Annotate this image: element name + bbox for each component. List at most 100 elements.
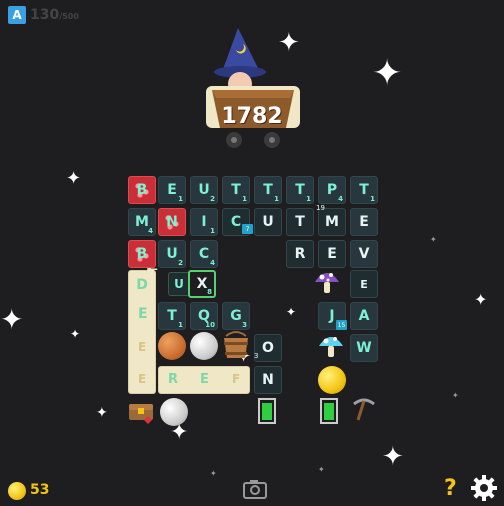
- tile-letter: A: [358, 308, 370, 324]
- tile-score: 2: [210, 195, 215, 203]
- letter-tile[interactable]: N: [254, 366, 282, 394]
- letter-tile[interactable]: M4: [128, 208, 156, 236]
- tile-letter: I: [201, 214, 207, 230]
- tile-letter: X: [196, 276, 208, 292]
- tile-score: 3: [242, 321, 247, 329]
- cream-tile-letter: F: [232, 372, 241, 386]
- tile-letter: T: [263, 182, 273, 198]
- sparkle-star: ✦: [70, 327, 81, 341]
- letter-tile[interactable]: R: [286, 240, 314, 268]
- letter-tile[interactable]: E: [318, 240, 346, 268]
- letter-tile[interactable]: A: [350, 302, 378, 330]
- letter-tile-red[interactable]: B: [128, 176, 156, 204]
- pickaxe-icon[interactable]: [350, 396, 378, 424]
- tile-letter: B: [136, 246, 148, 262]
- tile-letter: E: [359, 214, 369, 230]
- tile-letter: E: [360, 277, 368, 291]
- tile-letter: T: [295, 214, 305, 230]
- letter-tile[interactable]: E: [350, 270, 378, 298]
- help-icon[interactable]: ?: [444, 476, 457, 501]
- letter-tile[interactable]: T1: [222, 176, 250, 204]
- tile-letter: R: [294, 246, 306, 262]
- letter-tile[interactable]: Q 10: [190, 302, 218, 330]
- letter-tile-red[interactable]: N: [158, 208, 186, 236]
- tile-score: 10: [205, 321, 215, 329]
- tile-letter: E: [327, 246, 337, 262]
- tile-letter: T: [231, 182, 241, 198]
- tile-letter: J: [329, 308, 335, 324]
- cream-tile-letter: E: [138, 306, 148, 322]
- settings-icon[interactable]: [470, 474, 498, 502]
- tile-letter: P: [326, 182, 338, 198]
- bonus-badge: 7: [242, 224, 253, 234]
- faded-counter: 130/500: [30, 7, 79, 23]
- sparkle-star: ✦: [286, 305, 297, 319]
- letter-tile[interactable]: E1: [158, 176, 186, 204]
- green-bar-item[interactable]: [320, 398, 338, 424]
- score-display: 1782: [221, 104, 283, 129]
- wizard-character: [206, 28, 300, 148]
- letter-tile[interactable]: T1: [158, 302, 186, 330]
- cream-tile-letter: R: [168, 372, 179, 387]
- letter-tile[interactable]: T1: [350, 176, 378, 204]
- coin-icon: [8, 482, 26, 500]
- letter-tile[interactable]: U: [168, 272, 190, 296]
- tile-letter: B: [136, 182, 148, 198]
- green-bar-item[interactable]: [258, 398, 276, 424]
- copper-coin-icon[interactable]: [158, 332, 186, 360]
- letter-tile-selected[interactable]: X8: [188, 270, 216, 298]
- treasure-chest-icon[interactable]: [126, 396, 156, 426]
- cream-tile-letter: E: [200, 372, 209, 387]
- tile-letter: M: [135, 214, 149, 230]
- purple-mushroom-icon[interactable]: [312, 266, 342, 296]
- letter-tile[interactable]: U2: [158, 240, 186, 268]
- silver-coin-icon[interactable]: [160, 398, 188, 426]
- tile-letter: G: [230, 308, 242, 324]
- tile-letter: N: [166, 214, 178, 230]
- cream-tile-letter: E: [138, 340, 147, 354]
- sparkle-star: ✦: [0, 303, 24, 336]
- letter-tile[interactable]: V: [350, 240, 378, 268]
- letter-tile[interactable]: C4: [190, 240, 218, 268]
- tile-score: 8: [207, 288, 212, 296]
- letter-tile[interactable]: U: [254, 208, 282, 236]
- tile-letter: T: [167, 308, 177, 324]
- gold-coin-icon[interactable]: [318, 366, 346, 394]
- letter-tile[interactable]: I1: [190, 208, 218, 236]
- blue-mushroom-icon[interactable]: [316, 330, 346, 360]
- tile-letter: W: [356, 340, 372, 356]
- tile-letter: T: [359, 182, 369, 198]
- sparkle-star: ✦: [318, 465, 325, 474]
- letter-tile[interactable]: M: [318, 208, 346, 236]
- sparkle-star: ✦: [372, 53, 403, 94]
- tile-score: 1: [178, 195, 183, 203]
- tile-letter: E: [167, 182, 177, 198]
- letter-tile[interactable]: T1: [254, 176, 282, 204]
- bonus-number: 3: [254, 352, 259, 360]
- bonus-number: 19: [316, 204, 325, 212]
- letter-tile[interactable]: E: [350, 208, 378, 236]
- silver-coin-icon[interactable]: [190, 332, 218, 360]
- wooden-bucket-icon[interactable]: [220, 330, 252, 362]
- tile-score: 4: [148, 227, 153, 235]
- camera-icon[interactable]: [242, 478, 268, 500]
- letter-tile[interactable]: G3: [222, 302, 250, 330]
- pointer-hand-icon: ☛: [146, 264, 159, 280]
- letter-tile[interactable]: T1: [286, 176, 314, 204]
- sparkle-star: ✦: [382, 442, 404, 472]
- letter-tile[interactable]: P4: [318, 176, 346, 204]
- letter-tile[interactable]: T: [286, 208, 314, 236]
- tile-letter: C: [230, 214, 242, 230]
- tile-letter: N: [262, 372, 274, 388]
- sparkle-star: ✦: [96, 405, 108, 421]
- letter-tile[interactable]: W: [350, 334, 378, 362]
- sparkle-star: ✦: [210, 469, 217, 478]
- tile-score: 1: [210, 227, 215, 235]
- tile-score: 1: [274, 195, 279, 203]
- letter-tile[interactable]: U2: [190, 176, 218, 204]
- tile-score: 4: [210, 259, 215, 267]
- tile-score: 2: [178, 259, 183, 267]
- faded-counter-suffix: /500: [59, 12, 79, 21]
- faded-counter-value: 130: [30, 7, 60, 23]
- app-logo[interactable]: A: [8, 6, 26, 24]
